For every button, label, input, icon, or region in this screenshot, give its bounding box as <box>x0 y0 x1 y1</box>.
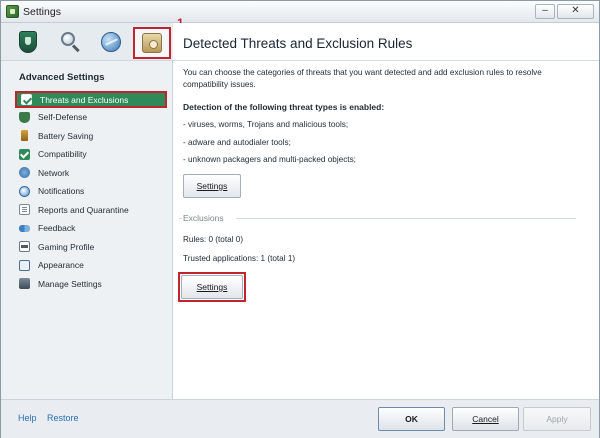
exclusions-divider <box>179 218 182 219</box>
sidebar-item-reports-and-quarantine[interactable]: Reports and Quarantine <box>15 201 167 220</box>
sidebar-item-label: Feedback <box>38 223 76 234</box>
sidebar-item-threats-and-exclusions[interactable]: Threats and Exclusions <box>15 91 167 108</box>
sidebar-item-label: Battery Saving <box>38 130 94 141</box>
main-header: Detected Threats and Exclusion Rules <box>173 23 599 61</box>
sidebar-item-label: Threats and Exclusions <box>40 94 129 105</box>
threat-type-item: - viruses, worms, Trojans and malicious … <box>183 120 349 129</box>
scan-magnifier-icon <box>59 31 81 53</box>
sidebar-item-label: Manage Settings <box>38 278 102 289</box>
sidebar-item-label: Network <box>38 167 70 178</box>
sidebar-item-self-defense[interactable]: Self-Defense <box>15 108 167 127</box>
sidebar-item-label: Reports and Quarantine <box>38 204 129 215</box>
update-globe-icon <box>101 32 121 52</box>
cancel-button[interactable]: Cancel <box>452 407 519 431</box>
threat-type-item: - adware and autodialer tools; <box>183 138 291 147</box>
battery-icon <box>21 130 28 142</box>
apply-button[interactable]: Apply <box>523 407 591 431</box>
network-icon <box>19 167 30 179</box>
sidebar-item-manage-settings[interactable]: Manage Settings <box>15 275 167 294</box>
sidebar-item-gaming-profile[interactable]: Gaming Profile <box>15 238 167 257</box>
sidebar-item-label: Compatibility <box>38 149 87 160</box>
detection-heading: Detection of the following threat types … <box>183 102 385 112</box>
minimize-button[interactable]: – <box>535 4 555 19</box>
main-panel: Detected Threats and Exclusion Rules You… <box>173 23 599 399</box>
title-bar: Settings – ✕ <box>1 1 599 23</box>
app-icon <box>6 5 19 18</box>
settings-tab[interactable] <box>133 27 171 59</box>
appearance-icon <box>19 259 30 271</box>
sidebar-item-appearance[interactable]: Appearance <box>15 256 167 275</box>
settings-window: Settings – ✕ 1 2 3 Advanced Settings Thr… <box>0 0 600 438</box>
footer-bar: OK Cancel Apply <box>1 399 599 438</box>
sidebar-item-label: Self-Defense <box>38 112 88 123</box>
exclusions-label: Exclusions <box>183 213 224 223</box>
exclusions-divider <box>236 218 576 219</box>
page-description: You can choose the categories of threats… <box>183 68 542 89</box>
sidebar-item-label: Appearance <box>38 260 84 271</box>
sidebar-item-compatibility[interactable]: Compatibility <box>15 145 167 164</box>
check-icon <box>19 148 30 160</box>
restore-link[interactable]: Restore <box>47 413 79 423</box>
window-title: Settings <box>23 6 61 18</box>
notification-icon <box>19 185 30 197</box>
sidebar-item-network[interactable]: Network <box>15 164 167 183</box>
toolbar <box>1 23 173 61</box>
scan-tab[interactable] <box>57 29 83 55</box>
sidebar-item-feedback[interactable]: Feedback <box>15 219 167 238</box>
sidebar-heading: Advanced Settings <box>19 72 105 83</box>
sidebar-nav: Threats and Exclusions Self-Defense Batt… <box>15 91 167 293</box>
feedback-icon <box>19 224 30 232</box>
sidebar-item-battery-saving[interactable]: Battery Saving <box>15 127 167 146</box>
update-tab[interactable] <box>98 29 124 55</box>
sidebar-item-notifications[interactable]: Notifications <box>15 182 167 201</box>
protection-shield-icon <box>19 31 37 53</box>
manage-icon <box>19 278 30 290</box>
rules-count: Rules: 0 (total 0) <box>183 235 244 244</box>
settings-gearbox-icon <box>142 33 162 53</box>
sidebar-item-label: Notifications <box>38 186 85 197</box>
help-link[interactable]: Help <box>18 413 37 423</box>
gaming-icon <box>19 241 30 253</box>
close-button[interactable]: ✕ <box>557 4 594 19</box>
page-title: Detected Threats and Exclusion Rules <box>183 36 413 51</box>
sidebar-item-label: Gaming Profile <box>38 241 95 252</box>
exclusions-settings-button[interactable]: Settings <box>181 275 243 299</box>
ok-button[interactable]: OK <box>378 407 445 431</box>
trusted-apps-count: Trusted applications: 1 (total 1) <box>183 254 296 263</box>
check-icon <box>21 94 32 105</box>
protection-tab[interactable] <box>15 29 41 55</box>
reports-icon <box>19 204 30 216</box>
detection-settings-button[interactable]: Settings <box>183 174 241 198</box>
sidebar: Advanced Settings Threats and Exclusions… <box>1 61 173 399</box>
shield-icon <box>19 111 30 123</box>
threat-type-item: - unknown packagers and multi-packed obj… <box>183 155 356 164</box>
